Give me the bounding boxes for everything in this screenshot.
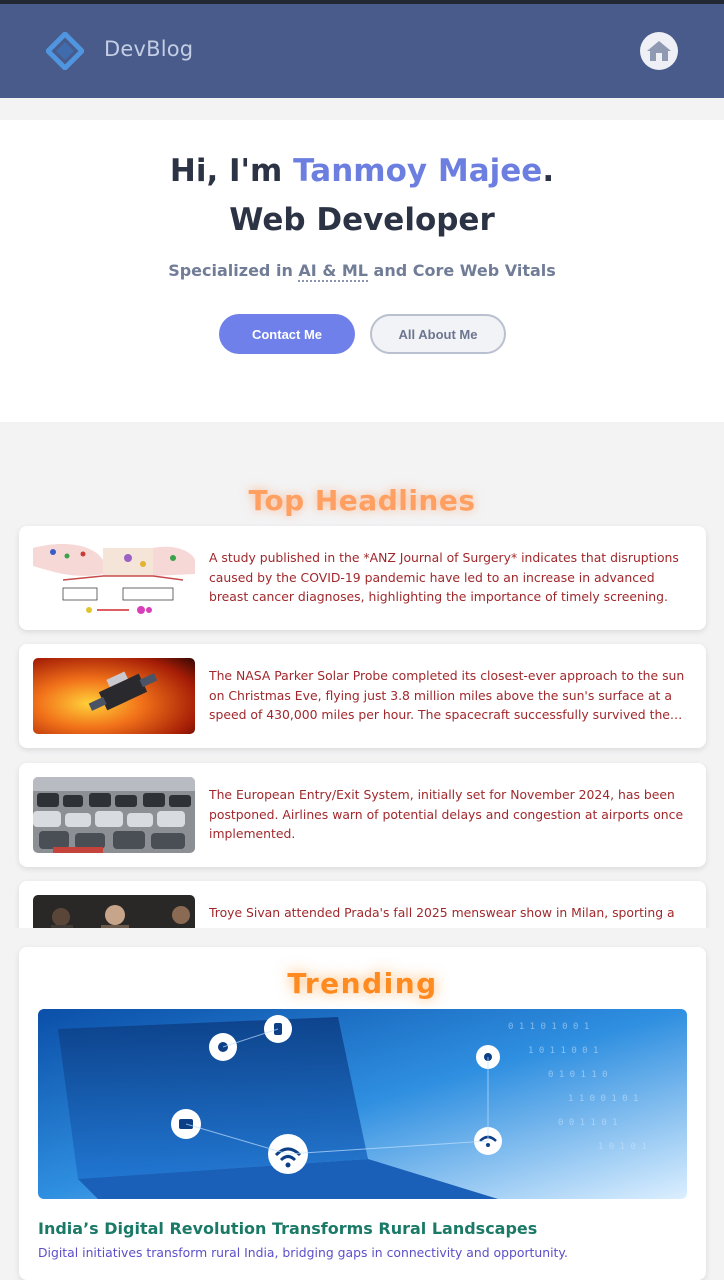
trending-description: Digital initiatives transform rural Indi…	[38, 1245, 568, 1260]
trending-section: Trending 0 1 1 0 1 0 0 1 1 0 1 1 0 0 1 0…	[19, 947, 706, 1280]
headline-text: A study published in the *ANZ Journal of…	[209, 550, 679, 604]
hero-section: Hi, I'm Tanmoy Majee. Web Developer Spec…	[0, 120, 724, 422]
svg-text:1 0 1 1 0 0 1: 1 0 1 1 0 0 1	[528, 1046, 598, 1056]
medical-diagram-thumbnail	[33, 540, 195, 616]
headline-card[interactable]: Troye Sivan attended Prada's fall 2025 m…	[19, 881, 706, 928]
contact-me-button[interactable]: Contact Me	[219, 314, 355, 354]
hero-greeting: Hi, I'm Tanmoy Majee.	[0, 153, 724, 189]
site-header: DevBlog	[0, 4, 724, 98]
greeting-prefix: Hi, I'm	[169, 153, 294, 189]
hero-role: Web Developer	[229, 202, 495, 238]
subtitle-suffix: and Core Web Vitals	[367, 261, 556, 280]
subtitle-prefix: Specialized in	[168, 261, 299, 280]
svg-text:0 0 1 1 0 1: 0 0 1 1 0 1	[558, 1118, 618, 1128]
brand-name[interactable]: DevBlog	[104, 37, 193, 61]
headline-card[interactable]: The European Entry/Exit System, initiall…	[19, 763, 706, 867]
trending-headline[interactable]: India’s Digital Revolution Transforms Ru…	[38, 1219, 687, 1238]
svg-text:0 1 1 0 1 0 0 1: 0 1 1 0 1 0 0 1	[508, 1022, 589, 1032]
home-button[interactable]	[640, 32, 678, 70]
svg-text:0 1 0 1 1 0: 0 1 0 1 1 0	[548, 1070, 608, 1080]
author-name: Tanmoy Majee	[293, 153, 543, 189]
all-about-me-button[interactable]: All About Me	[370, 314, 506, 354]
svg-text:1 0 1 0 1: 1 0 1 0 1	[598, 1142, 647, 1152]
traffic-queue-thumbnail	[33, 777, 195, 853]
trending-title: Trending	[287, 967, 438, 1000]
home-icon	[647, 41, 671, 61]
greeting-suffix: .	[542, 153, 555, 189]
headline-card[interactable]: A study published in the *ANZ Journal of…	[19, 526, 706, 630]
ai-ml-abbreviation: AI & ML	[298, 261, 368, 282]
headline-card[interactable]: The NASA Parker Solar Probe completed it…	[19, 644, 706, 748]
headlines-list: A study published in the *ANZ Journal of…	[0, 520, 724, 928]
hero-subtitle: Specialized in AI & ML and Core Web Vita…	[0, 261, 724, 282]
digital-network-illustration[interactable]: 0 1 1 0 1 0 0 1 1 0 1 1 0 0 1 0 1 0 1 1 …	[38, 1009, 687, 1199]
fashion-show-thumbnail	[33, 895, 195, 928]
headline-text: Troye Sivan attended Prada's fall 2025 m…	[209, 905, 675, 920]
headline-text: The NASA Parker Solar Probe completed it…	[209, 668, 685, 722]
top-headlines-title: Top Headlines	[248, 484, 476, 517]
solar-probe-thumbnail	[33, 658, 195, 734]
svg-text:1 1 0 0 1 0 1: 1 1 0 0 1 0 1	[568, 1094, 638, 1104]
diamond-logo-icon[interactable]	[46, 32, 84, 70]
headline-text: The European Entry/Exit System, initiall…	[209, 787, 684, 841]
